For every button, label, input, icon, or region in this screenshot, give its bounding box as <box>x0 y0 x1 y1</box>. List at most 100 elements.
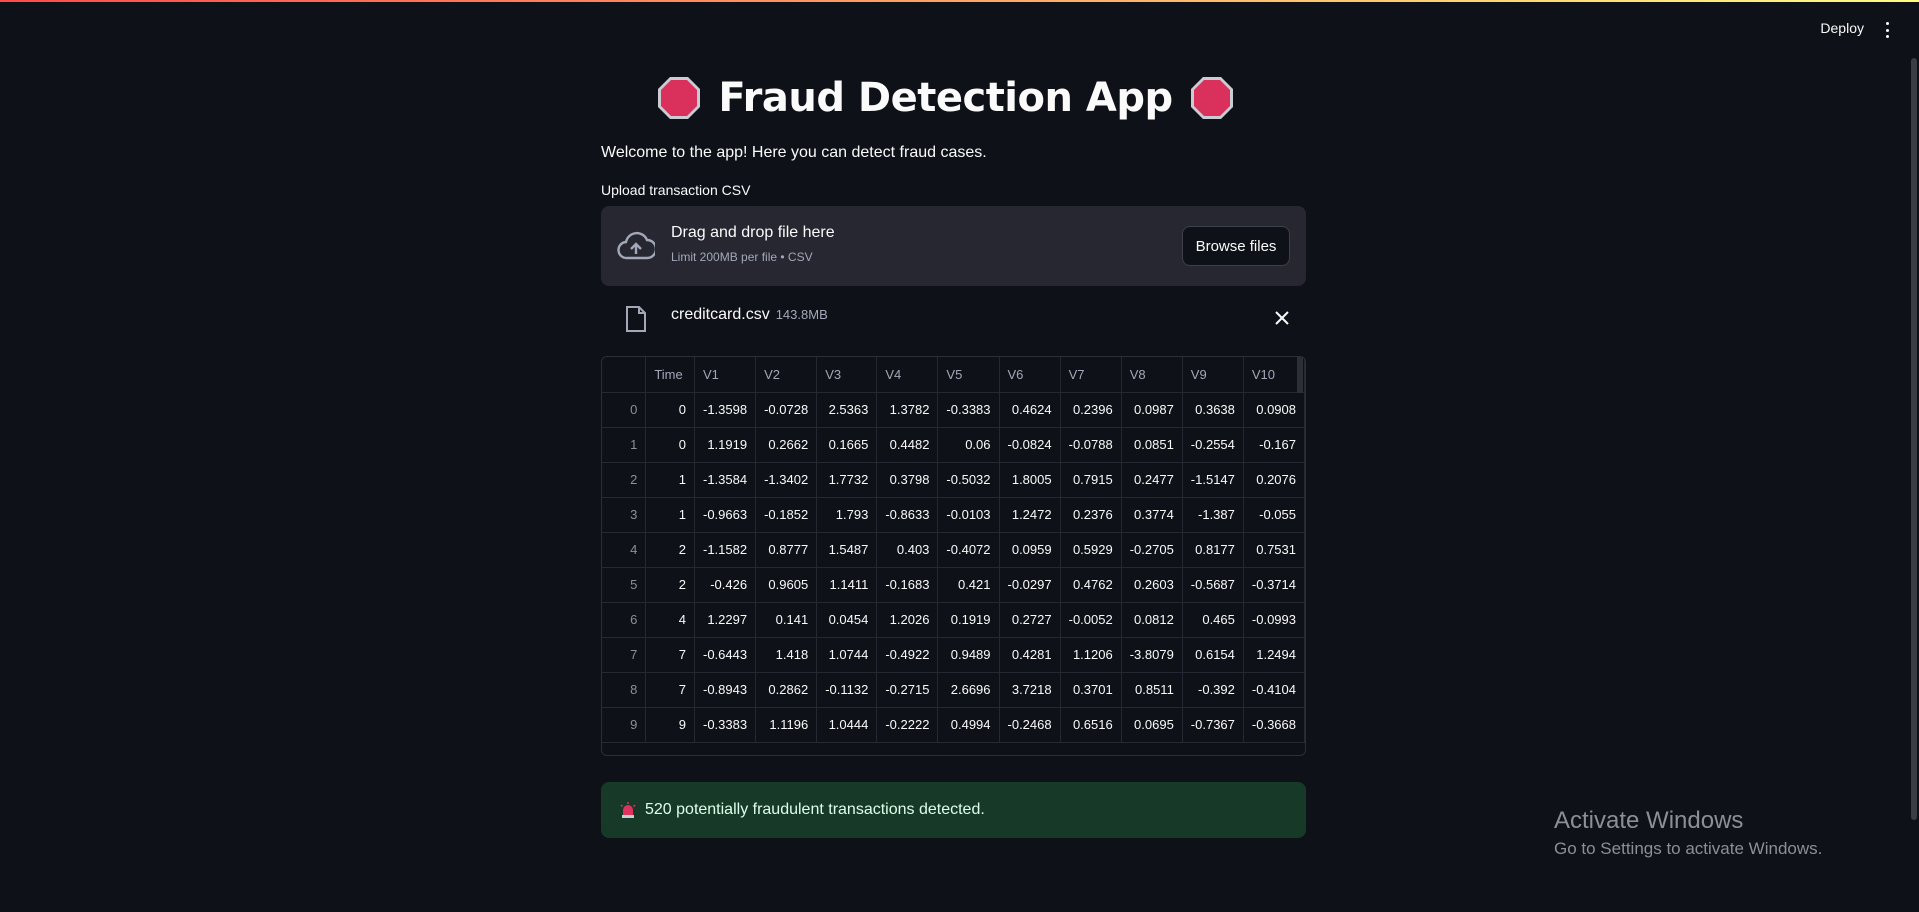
column-header[interactable]: V4 <box>876 357 939 393</box>
row-index-cell[interactable]: 4 <box>602 532 647 568</box>
row-index-cell[interactable]: 5 <box>602 567 647 603</box>
table-cell[interactable]: 1.793 <box>816 497 878 533</box>
table-cell[interactable]: 0 <box>645 392 695 428</box>
table-cell[interactable]: -0.5032 <box>937 462 1000 498</box>
table-cell[interactable]: 1 <box>645 462 695 498</box>
table-cell[interactable]: 0.0454 <box>816 602 878 638</box>
table-cell[interactable]: -0.3714 <box>1243 567 1305 603</box>
column-header[interactable]: V7 <box>1060 357 1122 393</box>
table-cell[interactable]: -0.7367 <box>1182 707 1244 743</box>
column-header[interactable]: V8 <box>1121 357 1183 393</box>
table-cell[interactable]: -0.167 <box>1243 427 1305 463</box>
table-cell[interactable]: -0.3383 <box>937 392 1000 428</box>
row-index-cell[interactable]: 3 <box>602 497 647 533</box>
table-cell[interactable]: 0.0987 <box>1121 392 1183 428</box>
table-cell[interactable]: 4 <box>645 602 695 638</box>
column-header[interactable]: V2 <box>755 357 818 393</box>
table-cell[interactable]: 0.0695 <box>1121 707 1183 743</box>
table-cell[interactable]: 1.8005 <box>999 462 1061 498</box>
table-cell[interactable]: -0.8943 <box>694 672 757 708</box>
table-cell[interactable]: 2.5363 <box>816 392 878 428</box>
table-cell[interactable]: 0.6516 <box>1060 707 1122 743</box>
table-cell[interactable]: 7 <box>645 637 695 673</box>
table-cell[interactable]: -0.2715 <box>876 672 939 708</box>
browse-files-button[interactable]: Browse files <box>1182 226 1290 266</box>
table-cell[interactable]: -0.2222 <box>876 707 939 743</box>
table-cell[interactable]: 0.2477 <box>1121 462 1183 498</box>
column-header[interactable]: V1 <box>694 357 757 393</box>
column-header[interactable]: V5 <box>937 357 1000 393</box>
table-cell[interactable]: 1.2297 <box>694 602 757 638</box>
table-cell[interactable]: 1.1411 <box>816 567 878 603</box>
table-cell[interactable]: -0.5687 <box>1182 567 1244 603</box>
table-cell[interactable]: 0.9489 <box>937 637 1000 673</box>
table-cell[interactable]: 0.3701 <box>1060 672 1122 708</box>
table-cell[interactable]: 0.2076 <box>1243 462 1305 498</box>
table-cell[interactable]: 0.2396 <box>1060 392 1122 428</box>
table-cell[interactable]: 0.7531 <box>1243 532 1305 568</box>
table-cell[interactable]: 0.141 <box>755 602 818 638</box>
table-cell[interactable]: -0.4922 <box>876 637 939 673</box>
table-cell[interactable]: -0.3383 <box>694 707 757 743</box>
table-cell[interactable]: -3.8079 <box>1121 637 1183 673</box>
table-cell[interactable]: 1.1196 <box>755 707 818 743</box>
table-cell[interactable]: 1 <box>645 497 695 533</box>
table-cell[interactable]: 0.4281 <box>999 637 1061 673</box>
table-cell[interactable]: -0.8633 <box>876 497 939 533</box>
table-cell[interactable]: 0.0851 <box>1121 427 1183 463</box>
column-header[interactable]: V10 <box>1243 357 1305 393</box>
table-cell[interactable]: 2 <box>645 532 695 568</box>
table-cell[interactable]: -0.2705 <box>1121 532 1183 568</box>
table-cell[interactable]: 0.2603 <box>1121 567 1183 603</box>
table-cell[interactable]: 1.3782 <box>876 392 939 428</box>
table-cell[interactable]: 0.2862 <box>755 672 818 708</box>
table-cell[interactable]: -0.4104 <box>1243 672 1305 708</box>
table-cell[interactable]: 0.3798 <box>876 462 939 498</box>
table-cell[interactable]: -0.0728 <box>755 392 818 428</box>
column-header[interactable]: V9 <box>1182 357 1244 393</box>
column-header[interactable]: V6 <box>999 357 1061 393</box>
table-cell[interactable]: 0.6154 <box>1182 637 1244 673</box>
table-cell[interactable]: -0.4072 <box>937 532 1000 568</box>
table-cell[interactable]: 0.4624 <box>999 392 1061 428</box>
table-cell[interactable]: 0 <box>645 427 695 463</box>
table-cell[interactable]: 9 <box>645 707 695 743</box>
table-cell[interactable]: 0.1919 <box>937 602 1000 638</box>
table-cell[interactable]: 2.6696 <box>937 672 1000 708</box>
row-index-cell[interactable]: 8 <box>602 672 647 708</box>
row-index-cell[interactable]: 2 <box>602 462 647 498</box>
table-cell[interactable]: 0.06 <box>937 427 1000 463</box>
table-cell[interactable]: 0.4762 <box>1060 567 1122 603</box>
table-cell[interactable]: 1.1919 <box>694 427 757 463</box>
table-cell[interactable]: -0.0297 <box>999 567 1061 603</box>
main-menu-button[interactable] <box>1881 22 1893 38</box>
table-cell[interactable]: 1.2494 <box>1243 637 1305 673</box>
table-cell[interactable]: -1.5147 <box>1182 462 1244 498</box>
table-cell[interactable]: -1.3402 <box>755 462 818 498</box>
table-cell[interactable]: -0.9663 <box>694 497 757 533</box>
table-cell[interactable]: 0.421 <box>937 567 1000 603</box>
table-cell[interactable]: -0.0052 <box>1060 602 1122 638</box>
table-scrollbar[interactable] <box>1297 357 1303 393</box>
table-cell[interactable]: -0.055 <box>1243 497 1305 533</box>
table-cell[interactable]: 0.403 <box>876 532 939 568</box>
table-cell[interactable]: 0.3638 <box>1182 392 1244 428</box>
table-cell[interactable]: 0.0908 <box>1243 392 1305 428</box>
table-cell[interactable]: 0.8177 <box>1182 532 1244 568</box>
table-cell[interactable]: 2 <box>645 567 695 603</box>
file-dropzone[interactable]: Drag and drop file here Limit 200MB per … <box>601 206 1306 286</box>
table-cell[interactable]: -0.1683 <box>876 567 939 603</box>
table-cell[interactable]: -0.1852 <box>755 497 818 533</box>
table-cell[interactable]: 1.1206 <box>1060 637 1122 673</box>
table-cell[interactable]: -0.0993 <box>1243 602 1305 638</box>
table-cell[interactable]: 0.465 <box>1182 602 1244 638</box>
table-cell[interactable]: 0.9605 <box>755 567 818 603</box>
table-cell[interactable]: 1.0744 <box>816 637 878 673</box>
row-index-cell[interactable]: 6 <box>602 602 647 638</box>
table-cell[interactable]: 0.8511 <box>1121 672 1183 708</box>
table-cell[interactable]: -0.392 <box>1182 672 1244 708</box>
table-cell[interactable]: 0.1665 <box>816 427 878 463</box>
table-cell[interactable]: -0.1132 <box>816 672 878 708</box>
table-cell[interactable]: -0.0788 <box>1060 427 1122 463</box>
row-index-cell[interactable]: 1 <box>602 427 647 463</box>
